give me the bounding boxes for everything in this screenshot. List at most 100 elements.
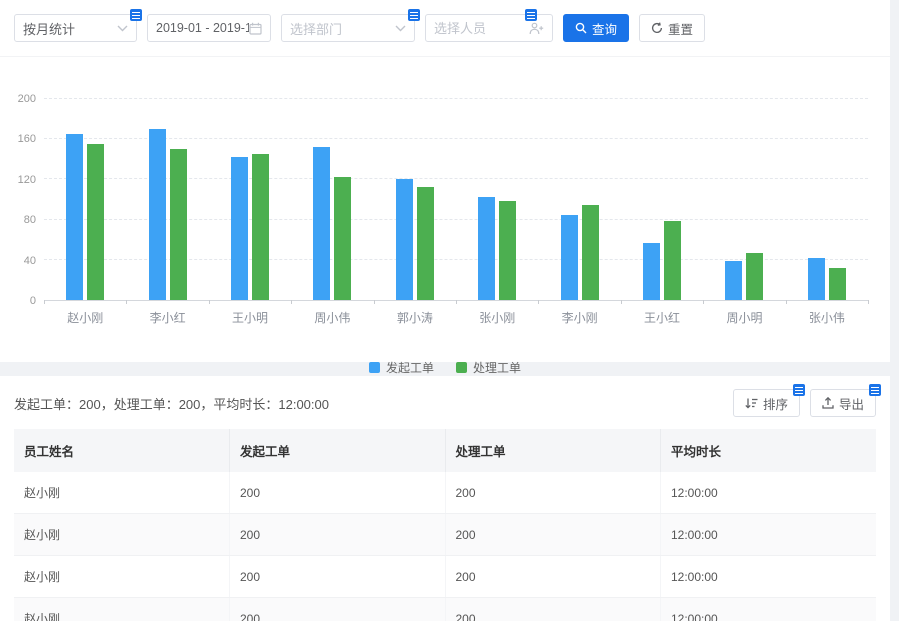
x-axis-category-label: 王小明 [232,309,268,326]
legend-label: 发起工单 [386,359,434,376]
table-cell: 赵小刚 [14,472,230,514]
chart-bar [829,268,846,300]
chart-bar [746,253,763,300]
chart-bar [396,179,413,300]
export-icon [822,397,834,409]
x-axis-tick [44,300,45,304]
list-badge-icon[interactable] [525,9,537,21]
calendar-icon [249,22,262,35]
query-button-label: 查询 [592,19,617,38]
legend-item[interactable]: 处理工单 [456,359,521,376]
y-axis-tick-label: 40 [24,256,36,266]
list-badge-icon[interactable] [408,9,420,21]
chart-bar [417,187,434,300]
export-button[interactable]: 导出 [810,389,876,417]
department-select[interactable]: 选择部门 [281,14,415,42]
table-body: 赵小刚20020012:00:00赵小刚20020012:00:00赵小刚200… [14,472,876,621]
chart-area: 04080120160200 赵小刚李小红王小明周小伟郭小涛张小刚李小刚王小红周… [14,99,876,301]
table-cell: 12:00:00 [661,514,877,556]
table-row: 赵小刚20020012:00:00 [14,598,876,621]
y-axis-tick-label: 120 [18,175,36,185]
bar-chart-panel: 04080120160200 赵小刚李小红王小明周小伟郭小涛张小刚李小刚王小红周… [0,57,890,362]
chart-bar [664,221,681,300]
chart-bar [725,261,742,300]
filter-toolbar: 按月统计 2019-01 - 2019-12 选择部门 查询 [0,0,890,57]
chart-bar-group: 郭小涛 [374,99,456,300]
summary-text: 发起工单：200，处理工单：200，平均时长：12:00:00 [14,394,329,413]
chart-bar [499,201,516,300]
y-axis-tick-label: 200 [18,94,36,104]
table-cell: 200 [230,472,446,514]
person-input[interactable] [434,21,529,36]
chart-bar [334,177,351,300]
statistics-table: 员工姓名发起工单处理工单平均时长 赵小刚20020012:00:00赵小刚200… [14,429,876,621]
person-add-icon [529,22,544,35]
reset-button[interactable]: 重置 [639,14,705,42]
chart-groups: 赵小刚李小红王小明周小伟郭小涛张小刚李小刚王小红周小明张小伟 [44,99,868,300]
x-axis-category-label: 赵小刚 [67,309,103,326]
x-axis-tick [703,300,704,304]
y-axis-tick-label: 160 [18,134,36,144]
table-cell: 赵小刚 [14,556,230,598]
x-axis-category-label: 周小明 [726,309,762,326]
x-axis-tick [291,300,292,304]
y-axis-tick-label: 80 [24,215,36,225]
table-header-cell: 发起工单 [230,429,446,472]
chart-bar-group: 赵小刚 [44,99,126,300]
chart-bar [231,157,248,300]
table-cell: 200 [230,556,446,598]
x-axis-category-label: 郭小涛 [397,309,433,326]
legend-item[interactable]: 发起工单 [369,359,434,376]
chart-bar-group: 周小明 [703,99,785,300]
person-select-field[interactable] [425,14,553,42]
x-axis-category-label: 李小刚 [562,309,598,326]
x-axis-tick [456,300,457,304]
chart-bar [252,154,269,300]
chart-legend: 发起工单 处理工单 [14,359,876,376]
table-cell: 200 [445,514,661,556]
table-header-cell: 处理工单 [445,429,661,472]
chart-bar-group: 王小明 [209,99,291,300]
table-actions: 排序 导出 [733,389,876,417]
chart-bar [582,205,599,300]
chart-bar-group: 李小红 [126,99,208,300]
table-cell: 赵小刚 [14,514,230,556]
list-badge-icon[interactable] [869,384,881,396]
table-cell: 200 [445,598,661,621]
sort-icon [745,397,758,409]
x-axis-tick [209,300,210,304]
table-header-row: 员工姓名发起工单处理工单平均时长 [14,429,876,472]
legend-label: 处理工单 [473,359,521,376]
sort-button[interactable]: 排序 [733,389,800,417]
x-axis-tick [126,300,127,304]
chart-bar-group: 张小刚 [456,99,538,300]
chart-bar [561,215,578,300]
x-axis-category-label: 张小刚 [479,309,515,326]
chart-bar [313,147,330,300]
date-range-picker[interactable]: 2019-01 - 2019-12 [147,14,271,42]
chart-bar [808,258,825,300]
table-cell: 200 [445,556,661,598]
table-header-cell: 平均时长 [661,429,877,472]
x-axis-category-label: 王小红 [644,309,680,326]
y-axis-tick-label: 0 [30,296,36,306]
stat-type-value: 按月统计 [23,19,117,38]
department-placeholder: 选择部门 [290,19,395,38]
chart-bar-group: 周小伟 [291,99,373,300]
x-axis-tick [868,300,869,304]
chart-y-axis: 04080120160200 [14,99,44,301]
list-badge-icon[interactable] [793,384,805,396]
chart-bar [66,134,83,300]
table-header-cell: 员工姓名 [14,429,230,472]
chart-bar [149,129,166,300]
chart-bar [87,144,104,300]
table-cell: 赵小刚 [14,598,230,621]
chart-plot: 赵小刚李小红王小明周小伟郭小涛张小刚李小刚王小红周小明张小伟 [44,99,868,301]
list-badge-icon[interactable] [130,9,142,21]
x-axis-tick [621,300,622,304]
table-cell: 200 [230,514,446,556]
legend-swatch [456,362,467,373]
chevron-down-icon [117,25,128,32]
query-button[interactable]: 查询 [563,14,629,42]
stat-type-select[interactable]: 按月统计 [14,14,137,42]
